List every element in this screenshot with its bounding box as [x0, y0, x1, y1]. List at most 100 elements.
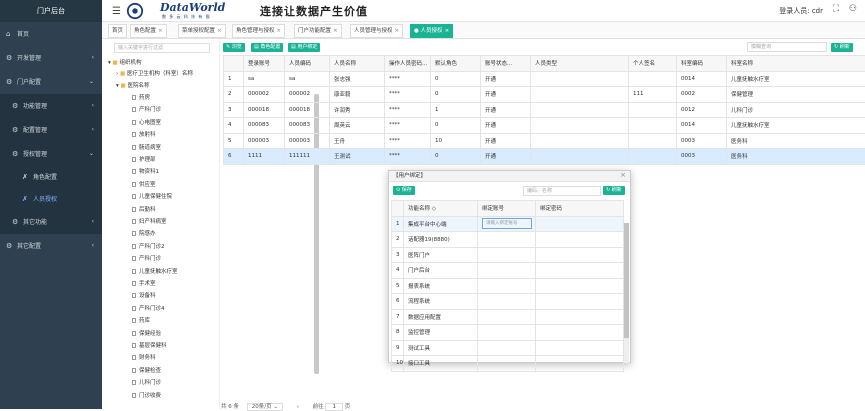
refresh-button[interactable]: ↻ 刷新: [831, 43, 853, 52]
tree-node-dept[interactable]: 药库: [132, 316, 150, 324]
tree-node-dept[interactable]: 物资科1: [132, 167, 159, 175]
dialog-row[interactable]: 4门户后台: [392, 263, 624, 279]
dialog-row[interactable]: 2话配器19(8880): [392, 232, 624, 248]
tree-node-dept[interactable]: 妇产科病室: [132, 217, 167, 225]
tree-node-dept[interactable]: 财务科: [132, 353, 156, 361]
table-header-cell[interactable]: 操作人员密码...: [385, 56, 431, 72]
tree-node-dept[interactable]: 产科门诊4: [132, 304, 165, 312]
table-header-cell[interactable]: [224, 56, 244, 72]
tree-node-dept[interactable]: 院感办: [132, 229, 156, 237]
dialog-scrollbar[interactable]: [624, 223, 629, 363]
tree-node-dept[interactable]: 门诊收费: [132, 391, 161, 399]
sidebar-item-user-auth[interactable]: ✗人员授权: [0, 188, 102, 210]
dialog-row[interactable]: 6流程系统: [392, 294, 624, 310]
close-icon[interactable]: ×: [217, 28, 222, 34]
sidebar-item-dev[interactable]: ⚙开发管理‹: [0, 46, 102, 70]
dialog-cell-account[interactable]: [478, 325, 536, 341]
tree-search-input[interactable]: 输入关键字进行过滤: [114, 43, 210, 53]
tab-user-auth[interactable]: ● 人员授权×: [410, 24, 453, 38]
per-page-select[interactable]: 20条/页 ⌄: [247, 403, 283, 411]
tab-role-config[interactable]: 角色配置×: [130, 24, 167, 38]
tree-node-dept[interactable]: 心电图室: [132, 118, 161, 126]
dialog-cell-account[interactable]: [478, 340, 536, 356]
page-input[interactable]: 1: [325, 403, 343, 411]
menu-toggle-icon[interactable]: ☰: [112, 6, 121, 17]
dialog-cell-password[interactable]: [536, 278, 624, 294]
dialog-refresh-button[interactable]: ↻ 刷新: [603, 186, 625, 195]
tree-node-dept[interactable]: 产科门诊: [132, 254, 161, 262]
sidebar-item-auth[interactable]: ⚙授权管理⌄: [0, 142, 102, 166]
tab-menu-auth[interactable]: 菜单授权配置×: [178, 24, 226, 38]
prev-page-icon[interactable]: ‹: [297, 404, 299, 410]
dialog-cell-password[interactable]: [536, 294, 624, 310]
table-row[interactable]: 1sasa张志强****0开通0014儿童抚触水疗室: [224, 71, 865, 87]
table-header-cell[interactable]: 个人签名: [629, 56, 677, 72]
tree-node-dept[interactable]: 产科门诊: [132, 105, 161, 113]
table-row[interactable]: 5000003000003王舟****10开通0003医务科: [224, 133, 865, 149]
dialog-cell-account[interactable]: [478, 356, 536, 372]
dialog-row[interactable]: 7数据应用配置: [392, 309, 624, 325]
table-header-cell[interactable]: 科室编码: [677, 56, 727, 72]
tree-node-dept[interactable]: 肠道病室: [132, 143, 161, 151]
sidebar-item-other-func[interactable]: ⚙其它功能‹: [0, 210, 102, 234]
tree-node-hospital[interactable]: ▾ ■ 医院名称: [116, 81, 149, 89]
sidebar-item-portal[interactable]: ⚙门户配置⌄: [0, 70, 102, 94]
tree-node-dept[interactable]: 保健经验: [132, 329, 161, 337]
tree-node-dept[interactable]: 后勤科: [132, 205, 156, 213]
close-icon[interactable]: ×: [395, 28, 400, 34]
close-icon[interactable]: ×: [445, 28, 450, 34]
tree-node-dept[interactable]: 基层保健科: [132, 341, 167, 349]
table-header-cell[interactable]: 人员编码: [285, 56, 330, 72]
dialog-cell-password[interactable]: [536, 309, 624, 325]
dialog-cell-account[interactable]: [478, 247, 536, 263]
tree-node-dept[interactable]: 药房: [132, 93, 150, 101]
dialog-cell-password[interactable]: [536, 232, 624, 248]
tab-home[interactable]: 首页: [108, 24, 127, 38]
sidebar-item-config[interactable]: ⚙配置管理‹: [0, 118, 102, 142]
dialog-cell-account[interactable]: [478, 278, 536, 294]
dialog-cell-password[interactable]: [536, 340, 624, 356]
logout-icon[interactable]: ⚇: [849, 4, 857, 14]
sort-icon[interactable]: ◇: [432, 206, 436, 212]
dialog-cell-password[interactable]: [536, 247, 624, 263]
table-header-cell[interactable]: 默认角色: [431, 56, 481, 72]
user-bind-button[interactable]: ▤ 用户绑定: [288, 43, 320, 52]
dialog-col-function[interactable]: 功能名称 ◇: [404, 201, 478, 217]
tree-node-dept[interactable]: 设备科: [132, 291, 156, 299]
dialog-row[interactable]: 1集成平台中心端请输入绑定账号: [392, 216, 624, 232]
tree-node-org[interactable]: › ■ 医疗卫生机构（科室）名称: [116, 69, 193, 77]
dialog-cell-password[interactable]: [536, 216, 624, 232]
browse-button[interactable]: ✎ 浏览: [223, 43, 245, 52]
tree-node-dept[interactable]: 放射科: [132, 130, 156, 138]
table-header-cell[interactable]: 账号状态...: [481, 56, 531, 72]
tree-node-dept[interactable]: 产科门诊2: [132, 242, 165, 250]
table-row[interactable]: 2000002000002康亚毅****0开通1110002保健管理: [224, 87, 865, 103]
dialog-cell-password[interactable]: [536, 325, 624, 341]
tree-node-dept[interactable]: 护理部: [132, 155, 156, 163]
tree-node-dept[interactable]: 保健检查: [132, 366, 161, 374]
dialog-row[interactable]: 8监控管理: [392, 325, 624, 341]
dialog-scrollbar-thumb[interactable]: [624, 223, 629, 338]
tree-node-dept[interactable]: 儿童抚触水疗室: [132, 267, 178, 275]
tree-node-dept[interactable]: 供应室: [132, 180, 156, 188]
table-row[interactable]: 3000018000018许润秀****1开通0012儿科门诊: [224, 102, 865, 118]
dialog-cell-account[interactable]: [478, 232, 536, 248]
tree-node-dept[interactable]: 儿童保健住院: [132, 192, 172, 200]
table-header-cell[interactable]: 登录账号: [244, 56, 285, 72]
tree-node-dept[interactable]: 儿科门诊: [132, 378, 161, 386]
dialog-cell-account[interactable]: [478, 294, 536, 310]
fullscreen-icon[interactable]: ⛶: [833, 4, 839, 14]
table-row[interactable]: 4000083000083周英云****0开通0014儿童抚触水疗室: [224, 118, 865, 134]
close-icon[interactable]: ×: [620, 171, 626, 179]
close-icon[interactable]: ×: [333, 28, 338, 34]
sidebar-item-function[interactable]: ⚙功能管理‹: [0, 94, 102, 118]
dialog-cell-password[interactable]: [536, 356, 624, 372]
tab-user-manage[interactable]: 人员管理与授权×: [350, 24, 403, 38]
sidebar-item-other-config[interactable]: ⚙其它配置‹: [0, 234, 102, 258]
dialog-row[interactable]: 5报表系统: [392, 278, 624, 294]
dialog-row[interactable]: 10接口工具: [392, 356, 624, 372]
close-icon[interactable]: ×: [277, 28, 282, 34]
dialog-search-input[interactable]: 编码、名称: [523, 186, 601, 196]
dialog-cell-password[interactable]: [536, 263, 624, 279]
tree-node-dept[interactable]: 手术室: [132, 279, 156, 287]
